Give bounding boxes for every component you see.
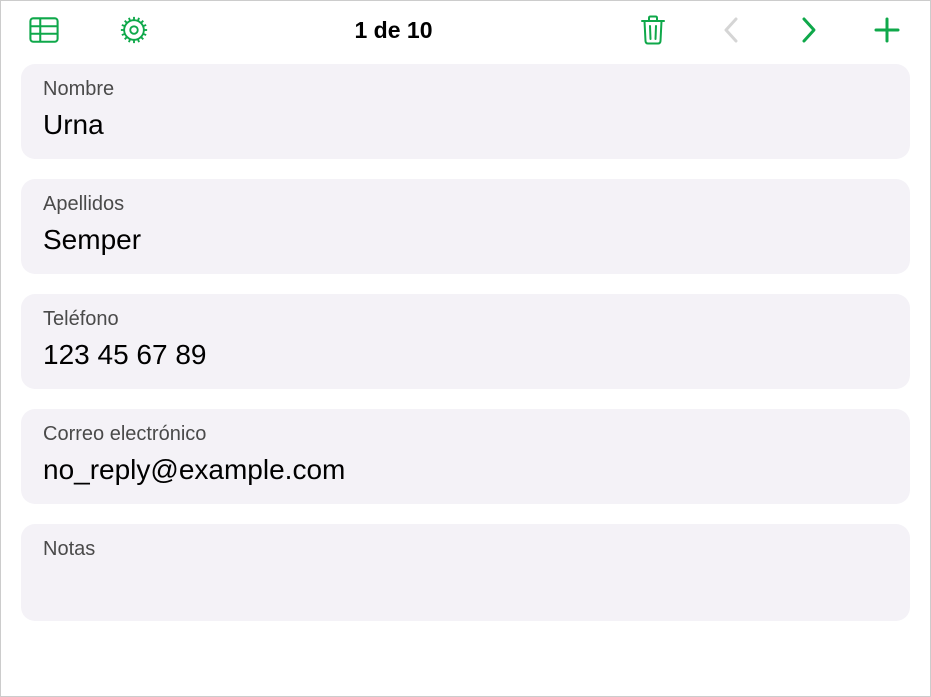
trash-icon <box>639 14 667 46</box>
record-counter: 1 de 10 <box>149 17 638 44</box>
chevron-right-icon <box>799 15 819 45</box>
add-record-button[interactable] <box>872 15 902 45</box>
field-value[interactable]: 123 45 67 89 <box>43 339 888 371</box>
delete-button[interactable] <box>638 15 668 45</box>
field-label: Nombre <box>43 78 888 101</box>
field-value[interactable]: Semper <box>43 224 888 256</box>
field-label: Teléfono <box>43 308 888 331</box>
plus-icon <box>873 16 901 44</box>
toolbar: 1 de 10 <box>1 1 930 59</box>
form-view: 1 de 10 <box>0 0 931 697</box>
prev-record-button <box>716 15 746 45</box>
field-card-notas[interactable]: Notas <box>21 524 910 621</box>
settings-button[interactable] <box>119 15 149 45</box>
field-label: Apellidos <box>43 193 888 216</box>
table-icon <box>29 16 59 44</box>
field-label: Notas <box>43 538 888 561</box>
field-value[interactable]: no_reply@example.com <box>43 454 888 486</box>
table-view-button[interactable] <box>29 15 59 45</box>
toolbar-left <box>29 15 149 45</box>
next-record-button[interactable] <box>794 15 824 45</box>
field-card-correo[interactable]: Correo electrónico no_reply@example.com <box>21 409 910 504</box>
field-value[interactable] <box>43 569 888 603</box>
field-card-telefono[interactable]: Teléfono 123 45 67 89 <box>21 294 910 389</box>
field-card-nombre[interactable]: Nombre Urna <box>21 64 910 159</box>
gear-icon <box>119 14 149 46</box>
toolbar-right <box>638 15 902 45</box>
field-value[interactable]: Urna <box>43 109 888 141</box>
form-content: Nombre Urna Apellidos Semper Teléfono 12… <box>1 59 930 696</box>
chevron-left-icon <box>721 15 741 45</box>
field-card-apellidos[interactable]: Apellidos Semper <box>21 179 910 274</box>
field-label: Correo electrónico <box>43 423 888 446</box>
